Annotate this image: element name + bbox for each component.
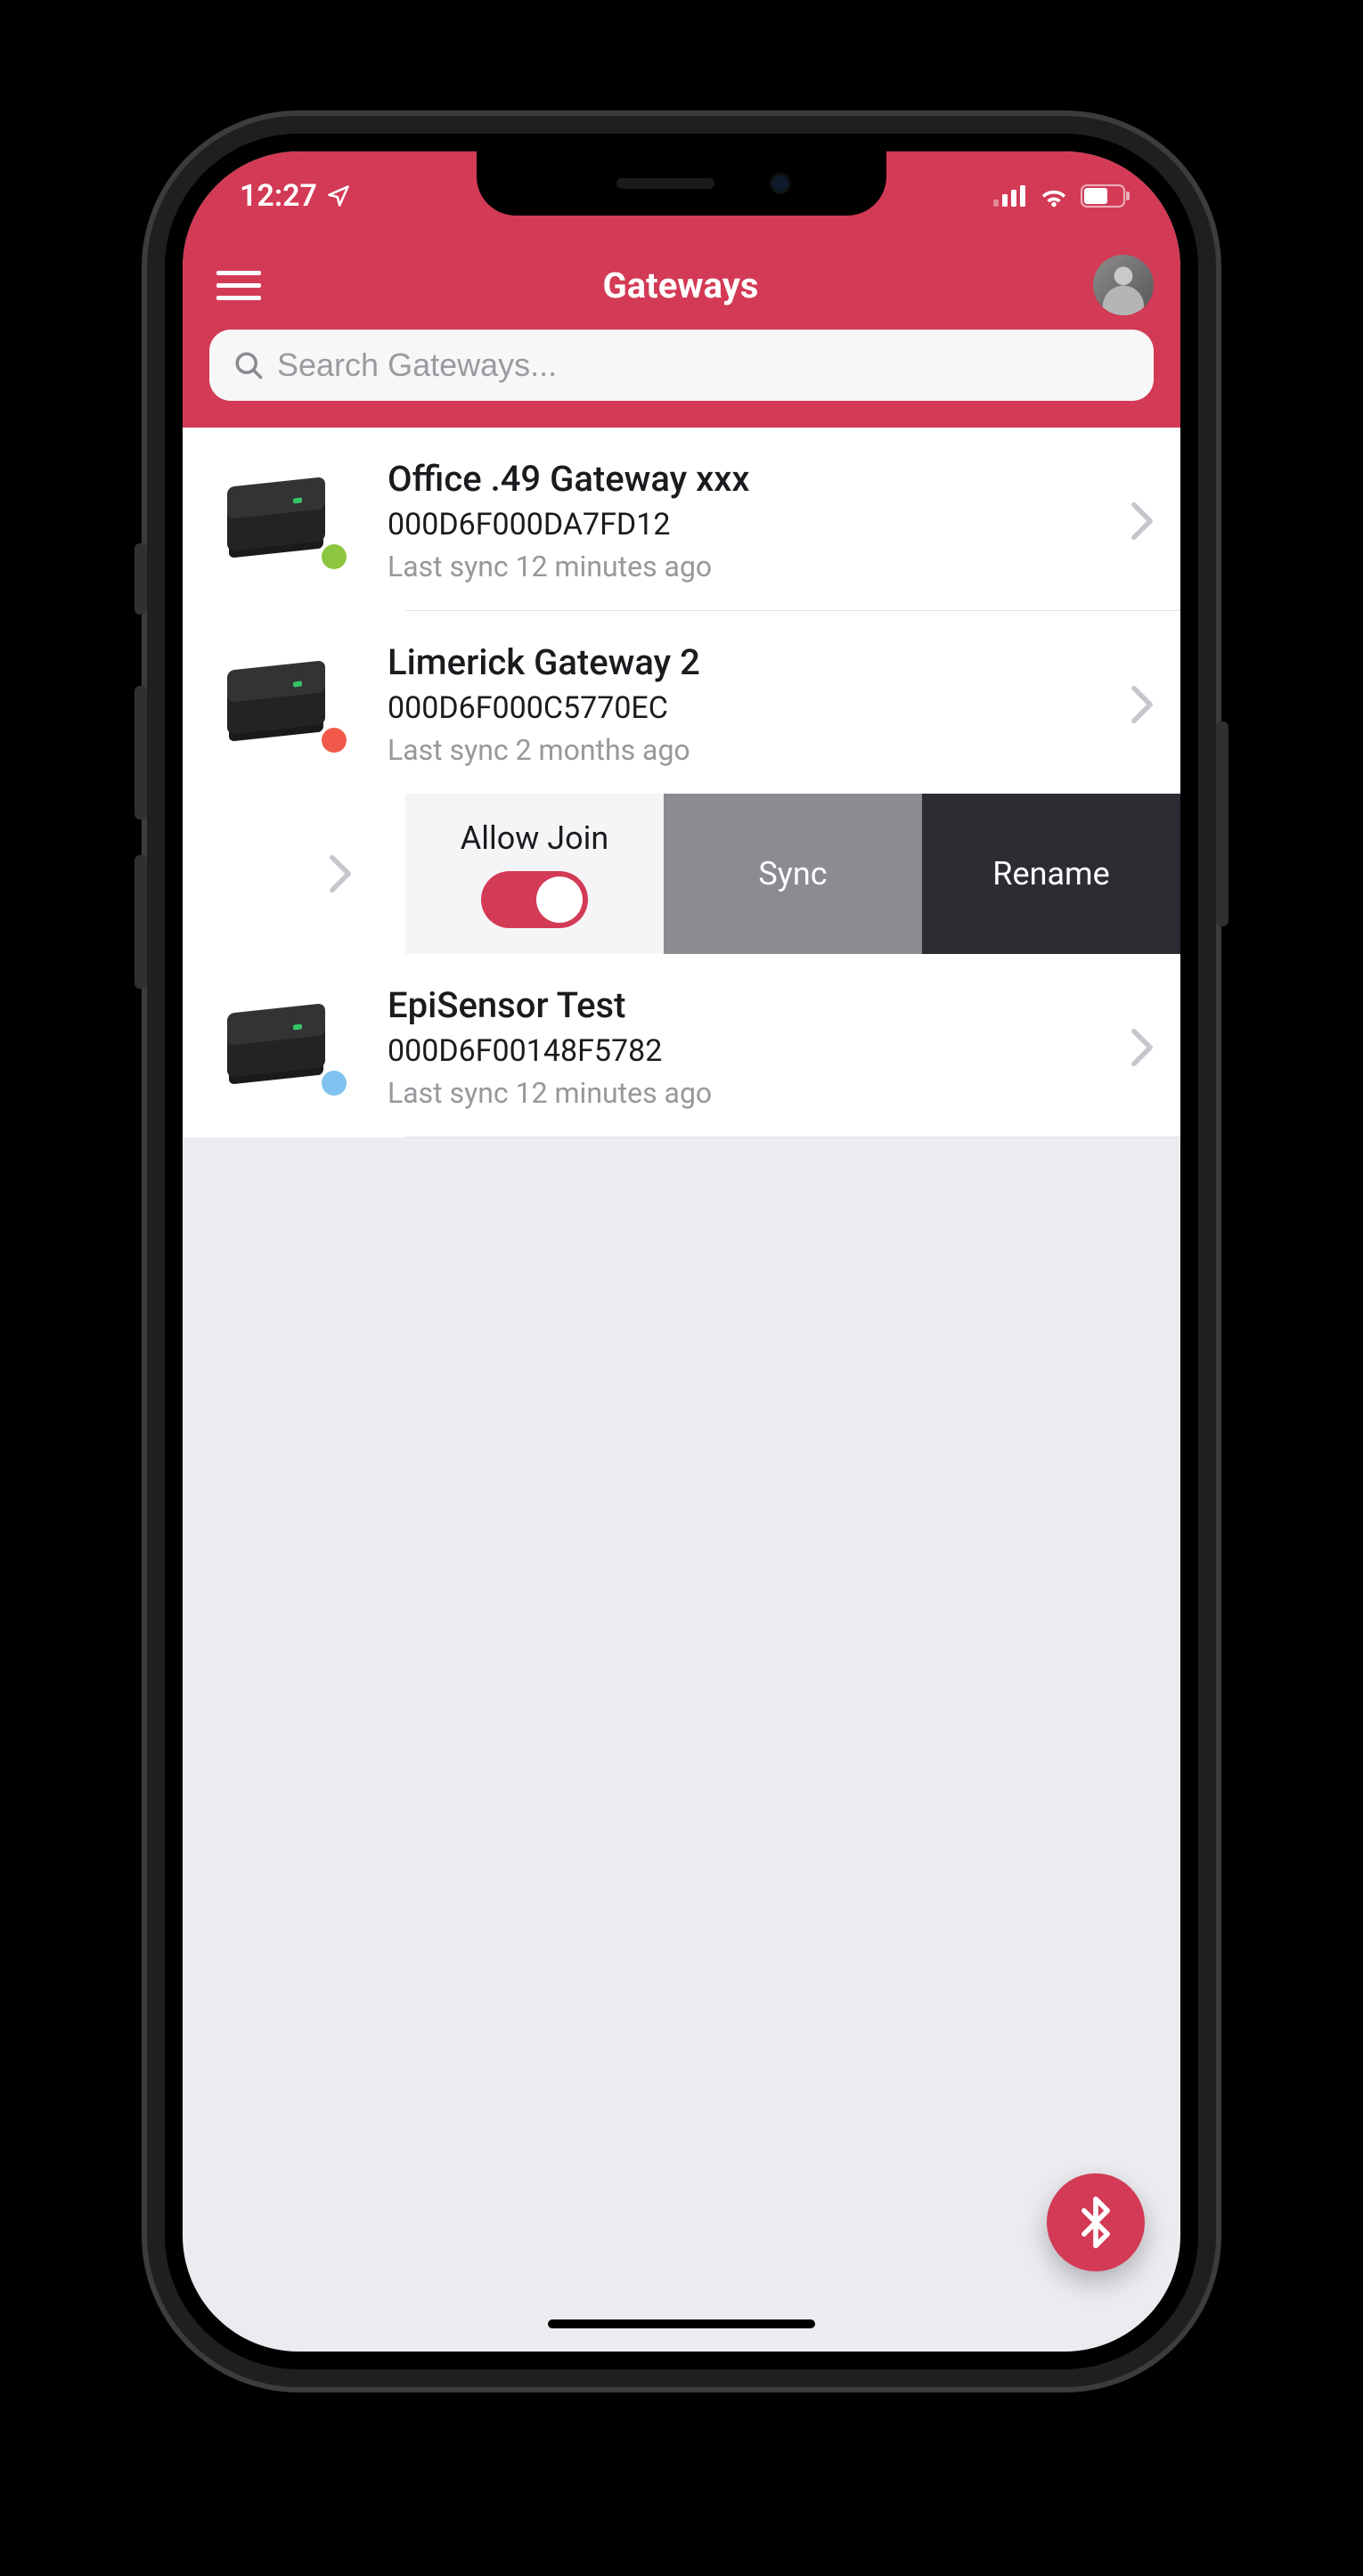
status-dot (322, 1071, 347, 1096)
bluetooth-icon (1073, 2196, 1118, 2249)
gateway-row[interactable]: Office .49 Gateway xxx 000D6F000DA7FD12 … (183, 428, 1180, 610)
location-icon (326, 183, 351, 208)
gateway-name: Office .49 Gateway xxx (388, 458, 1122, 500)
row-actions: Allow Join Sync Rename (183, 794, 1180, 954)
gateway-serial: 000D6F000DA7FD12 (388, 507, 1122, 542)
allow-join-toggle[interactable] (481, 871, 588, 928)
phone-volume-up (135, 686, 147, 819)
profile-avatar[interactable] (1093, 255, 1154, 315)
chevron-right-icon (329, 854, 352, 893)
chevron-right-icon (1130, 501, 1154, 541)
page-title: Gateways (603, 265, 759, 306)
status-time: 12:27 (240, 178, 317, 214)
gateway-device-icon (218, 1003, 343, 1092)
gateway-list: Office .49 Gateway xxx 000D6F000DA7FD12 … (183, 428, 1180, 1137)
phone-silence-switch (135, 543, 147, 615)
home-indicator[interactable] (548, 2319, 815, 2328)
gateway-device-icon (218, 660, 343, 749)
phone-volume-down (135, 855, 147, 989)
rename-action[interactable]: Rename (922, 794, 1180, 954)
menu-button[interactable] (209, 264, 268, 307)
collapse-actions[interactable] (183, 794, 405, 954)
battery-icon (1081, 184, 1130, 208)
sync-action[interactable]: Sync (664, 794, 922, 954)
gateway-serial: 000D6F00148F5782 (388, 1033, 1122, 1069)
gateway-sync: Last sync 12 minutes ago (388, 550, 1122, 583)
sync-label: Sync (758, 855, 827, 893)
gateway-serial: 000D6F000C5770EC (388, 690, 1122, 726)
allow-join-label: Allow Join (461, 819, 609, 857)
search-input[interactable] (277, 346, 1130, 384)
wifi-icon (1038, 184, 1070, 208)
phone-power-button (1216, 721, 1228, 926)
cellular-icon (993, 185, 1027, 207)
chevron-right-icon (1130, 1028, 1154, 1067)
device-notch (477, 151, 886, 216)
search-icon (233, 349, 265, 381)
status-dot (322, 728, 347, 753)
gateway-row[interactable]: Limerick Gateway 2 000D6F000C5770EC Last… (183, 611, 1180, 794)
search-field[interactable] (209, 330, 1154, 401)
gateway-name: EpiSensor Test (388, 984, 1122, 1026)
gateway-row[interactable]: EpiSensor Test 000D6F00148F5782 Last syn… (183, 954, 1180, 1137)
gateway-sync: Last sync 2 months ago (388, 733, 1122, 767)
gateway-sync: Last sync 12 minutes ago (388, 1076, 1122, 1110)
chevron-right-icon (1130, 685, 1154, 724)
gateway-device-icon (218, 477, 343, 566)
rename-label: Rename (992, 855, 1109, 893)
gateway-name: Limerick Gateway 2 (388, 641, 1122, 683)
status-dot (322, 544, 347, 569)
allow-join-action[interactable]: Allow Join (405, 794, 664, 954)
bluetooth-fab[interactable] (1047, 2173, 1145, 2271)
